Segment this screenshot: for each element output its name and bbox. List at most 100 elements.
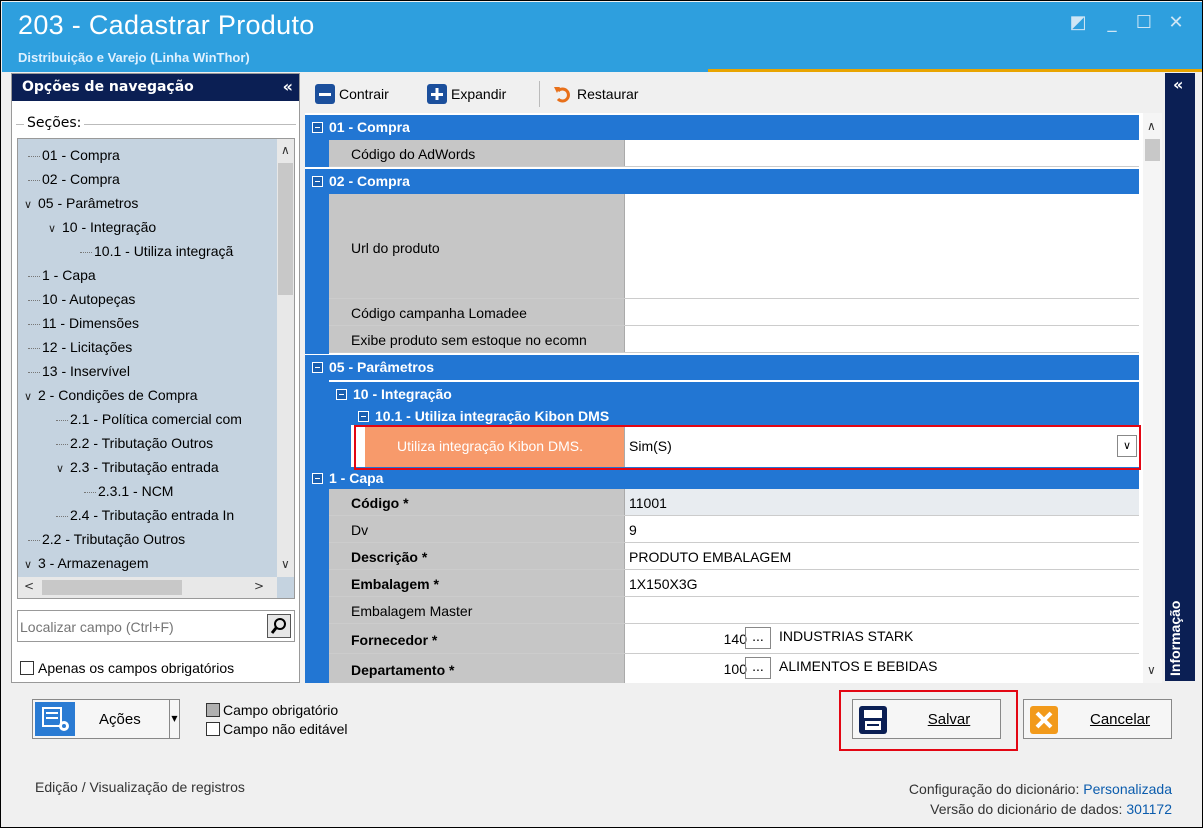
highlight-box	[354, 425, 1141, 470]
tree-item[interactable]: 11 - Dimensões	[28, 312, 139, 334]
title-accent-bar	[708, 69, 1202, 72]
field-value[interactable]	[625, 194, 1139, 298]
scroll-thumb[interactable]	[278, 163, 293, 295]
section-header[interactable]: 10.1 - Utiliza integração Kibon DMS	[351, 407, 1139, 425]
tree-item[interactable]: 2.2 - Tributação Outros	[56, 432, 213, 454]
field-row: Código do AdWords	[329, 140, 1139, 167]
section-header[interactable]: 01 - Compra	[305, 115, 1139, 140]
scroll-thumb[interactable]	[42, 580, 182, 595]
collapse-section-icon[interactable]	[312, 122, 323, 133]
field-value[interactable]	[625, 140, 1139, 166]
undo-icon	[554, 87, 570, 103]
field-value[interactable]	[625, 326, 1139, 352]
tree-vertical-scrollbar[interactable]: ∧ ∨	[277, 139, 294, 577]
section-header[interactable]: 10 - Integração	[329, 382, 1139, 407]
field-value[interactable]: PRODUTO EMBALAGEM	[625, 543, 1139, 569]
restore-button[interactable]: Restaurar	[553, 82, 638, 106]
scroll-left-icon[interactable]: <	[24, 579, 34, 593]
dropdown-arrow-icon[interactable]: ▼	[169, 700, 179, 738]
close-icon[interactable]: ✕	[1166, 12, 1186, 34]
tree-item[interactable]: ∨ 3 - Armazenagem	[24, 552, 149, 574]
checkbox-box[interactable]	[20, 661, 34, 675]
field-label: Código *	[329, 489, 625, 515]
field-value[interactable]: 9	[625, 516, 1139, 542]
maximize-icon[interactable]: ☐	[1134, 12, 1154, 34]
field-row: Código campanha Lomadee	[329, 299, 1139, 326]
tree-item[interactable]: 2.1 - Política comercial com	[56, 408, 242, 430]
section-header[interactable]: 1 - Capa	[305, 467, 1139, 489]
collapse-section-icon[interactable]	[312, 176, 323, 187]
sections-tree: 01 - Compra 02 - Compra ∨ 05 - Parâmetros…	[17, 138, 295, 599]
tree-item[interactable]: ∨ 2.3 - Tributação entrada	[56, 456, 219, 478]
tree-item[interactable]: 2.4 - Tributação entrada In	[56, 504, 234, 526]
chevron-down-icon[interactable]: ∨	[56, 458, 70, 480]
field-value[interactable]: 1X150X3G	[625, 570, 1139, 596]
department-code: 100	[723, 661, 747, 677]
field-value[interactable]	[625, 597, 1139, 623]
collapse-section-icon[interactable]	[336, 389, 347, 400]
chevron-down-icon[interactable]: ∨	[48, 218, 62, 240]
expand-panel-icon[interactable]: «	[1173, 75, 1183, 94]
save-button[interactable]: Salvar	[852, 699, 1001, 739]
field-row: Embalagem Master	[329, 597, 1139, 624]
field-label: Código do AdWords	[329, 140, 625, 166]
sections-label: Seções:	[24, 115, 85, 131]
lookup-button[interactable]: ...	[745, 627, 771, 649]
plus-icon	[427, 84, 447, 104]
field-label: Embalagem Master	[329, 597, 625, 623]
tree-item[interactable]: 13 - Inservível	[28, 360, 130, 382]
field-search	[17, 610, 295, 642]
collapse-panel-icon[interactable]: «	[283, 77, 293, 96]
chevron-down-icon[interactable]: ∨	[24, 386, 38, 408]
required-only-checkbox[interactable]: Apenas os campos obrigatórios	[20, 660, 234, 676]
actions-button[interactable]: Ações ▼	[32, 699, 180, 739]
grid-vertical-scrollbar[interactable]: ∧ ∨	[1143, 113, 1162, 683]
collapse-section-icon[interactable]	[312, 473, 323, 484]
search-button[interactable]	[267, 614, 291, 638]
tree-item[interactable]: ∨ 05 - Parâmetros	[24, 192, 138, 214]
info-sidebar-label[interactable]: Informação	[1167, 556, 1193, 676]
cancel-icon	[1030, 706, 1058, 734]
cancel-label: Cancelar	[1089, 711, 1151, 728]
section-header[interactable]: 02 - Compra	[305, 169, 1139, 194]
collapse-section-icon[interactable]	[312, 362, 323, 373]
field-value[interactable]: 140 ... INDUSTRIAS STARK	[625, 624, 1139, 653]
field-value[interactable]: 11001	[625, 489, 1139, 515]
section-header[interactable]: 05 - Parâmetros	[305, 355, 1139, 380]
chevron-down-icon[interactable]: ∨	[24, 194, 38, 216]
lookup-button[interactable]: ...	[745, 657, 771, 679]
field-label: Fornecedor *	[329, 624, 625, 653]
tree-item[interactable]: 10 - Autopeças	[28, 288, 135, 310]
section-indent	[329, 407, 351, 467]
collapse-section-icon[interactable]	[358, 411, 369, 422]
tree-item[interactable]: 12 - Licitações	[28, 336, 132, 358]
expand-button[interactable]: Expandir	[427, 82, 506, 106]
tree-item[interactable]: 2.3.1 - NCM	[84, 480, 173, 502]
tree-item[interactable]: ∨ 10 - Integração	[48, 216, 156, 238]
minimize-icon[interactable]: _	[1102, 12, 1122, 34]
field-value[interactable]	[625, 299, 1139, 325]
dictionary-config: Configuração do dicionário: Personalizad…	[908, 781, 1172, 797]
tree-item[interactable]: 01 - Compra	[28, 144, 120, 166]
restore-icon[interactable]: ◩	[1068, 12, 1088, 34]
main-panel: Contrair Expandir Restaurar 01 - Compra …	[305, 73, 1162, 683]
tree-item[interactable]: 1 - Capa	[28, 264, 96, 286]
scroll-down-icon[interactable]: ∨	[1147, 663, 1156, 677]
search-input[interactable]	[20, 616, 260, 638]
chevron-down-icon[interactable]: ∨	[24, 554, 38, 576]
cancel-button[interactable]: Cancelar	[1023, 699, 1172, 739]
tree-item[interactable]: ∨ 2 - Condições de Compra	[24, 384, 198, 406]
collapse-button[interactable]: Contrair	[315, 82, 389, 106]
tree-item[interactable]: 02 - Compra	[28, 168, 120, 190]
scroll-down-icon[interactable]: ∨	[281, 557, 290, 571]
field-value[interactable]: 100 ... ALIMENTOS E BEBIDAS	[625, 654, 1139, 683]
tree-item[interactable]: 10.1 - Utiliza integraçã	[80, 240, 233, 262]
tree-item[interactable]: 2.2 - Tributação Outros	[28, 528, 185, 550]
scroll-up-icon[interactable]: ∧	[281, 143, 290, 157]
field-row: Departamento * 100 ... ALIMENTOS E BEBID…	[329, 654, 1139, 683]
tree-horizontal-scrollbar[interactable]: < >	[18, 577, 277, 598]
field-row: Url do produto	[329, 194, 1139, 299]
scroll-thumb[interactable]	[1145, 139, 1160, 161]
scroll-up-icon[interactable]: ∧	[1147, 119, 1156, 133]
scroll-right-icon[interactable]: >	[254, 579, 264, 593]
